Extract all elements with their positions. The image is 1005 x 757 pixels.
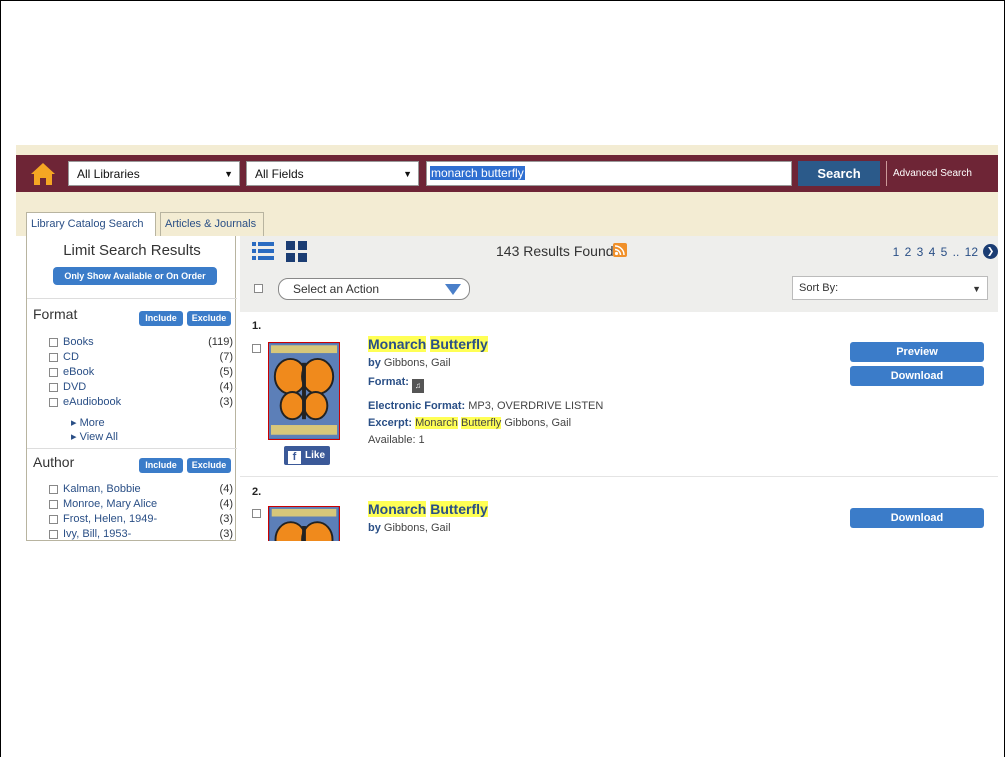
results-header: 143 Results Found 1 2 3 4 5 .. 12 ❯ Sele… [240, 236, 998, 312]
top-strip [16, 145, 998, 155]
checkbox[interactable] [49, 398, 58, 407]
only-available-button[interactable]: Only Show Available or On Order [53, 267, 217, 285]
download-button[interactable]: Download [850, 366, 984, 386]
field-select[interactable]: All Fields ▼ [246, 161, 419, 186]
search-bar: All Libraries ▼ All Fields ▼ monarch but… [16, 155, 998, 192]
home-icon[interactable] [30, 162, 56, 186]
book-cover-image[interactable] [268, 506, 340, 541]
select-all-checkbox[interactable] [254, 284, 263, 293]
record-availability: Available: 1 [368, 434, 425, 446]
search-button[interactable]: Search [798, 161, 880, 186]
record-author: by Gibbons, Gail [368, 522, 451, 534]
record-number: 2. [252, 486, 262, 498]
sort-select[interactable]: Sort By: ▼ [792, 276, 988, 300]
pagination[interactable]: 1 2 3 4 5 .. 12 [893, 245, 978, 259]
record-checkbox[interactable] [252, 509, 261, 518]
grid-view-icon[interactable] [286, 241, 308, 263]
field-select-value: All Fields [255, 167, 304, 181]
record-checkbox[interactable] [252, 344, 261, 353]
download-button[interactable]: Download [850, 508, 984, 528]
record-title-link[interactable]: Monarch Butterfly [368, 501, 488, 517]
checkbox[interactable] [49, 530, 58, 539]
record-title-link[interactable]: Monarch Butterfly [368, 336, 488, 352]
author-item-kalman[interactable]: Kalman, Bobbie (4) [49, 483, 233, 498]
format-exclude-button[interactable]: Exclude [187, 311, 231, 326]
format-more-link[interactable]: ▸ More [71, 416, 105, 429]
tab-band: Library Catalog Search Articles & Journa… [16, 192, 998, 237]
list-view-icon[interactable] [252, 241, 274, 261]
tab-articles-journals[interactable]: Articles & Journals [160, 212, 264, 236]
facebook-like-button[interactable]: f Like [284, 446, 330, 465]
author-item-ivy[interactable]: Ivy, Bill, 1953- (3) [49, 528, 233, 541]
search-input[interactable]: monarch butterfly [426, 161, 792, 186]
format-item-dvd[interactable]: DVD (4) [49, 381, 233, 396]
divider [27, 448, 237, 449]
format-heading: Format [33, 306, 78, 322]
results-count: 143 Results Found [496, 243, 614, 259]
checkbox[interactable] [49, 383, 58, 392]
search-query-text: monarch butterfly [430, 166, 525, 180]
format-item-eaudiobook[interactable]: eAudiobook (3) [49, 396, 233, 411]
author-item-monroe[interactable]: Monroe, Mary Alice (4) [49, 498, 233, 513]
preview-button[interactable]: Preview [850, 342, 984, 362]
library-select-value: All Libraries [77, 167, 140, 181]
dropdown-arrow-icon: ▼ [224, 169, 233, 179]
dropdown-arrow-icon: ▼ [972, 284, 981, 294]
record-excerpt: Excerpt: Monarch Butterfly Gibbons, Gail [368, 417, 572, 429]
checkbox[interactable] [49, 368, 58, 377]
results-panel: 143 Results Found 1 2 3 4 5 .. 12 ❯ Sele… [240, 236, 998, 541]
record-author: by Gibbons, Gail [368, 357, 451, 369]
format-view-all-link[interactable]: ▸ View All [71, 430, 118, 443]
record-separator [240, 476, 998, 477]
author-exclude-button[interactable]: Exclude [187, 458, 231, 473]
author-heading: Author [33, 454, 75, 470]
rss-icon[interactable] [613, 243, 627, 257]
tab-library-catalog[interactable]: Library Catalog Search [26, 212, 156, 237]
format-item-ebook[interactable]: eBook (5) [49, 366, 233, 381]
checkbox[interactable] [49, 500, 58, 509]
sort-select-value: Sort By: [799, 282, 839, 294]
record-electronic-format: Electronic Format: MP3, OVERDRIVE LISTEN [368, 400, 604, 412]
checkbox[interactable] [49, 485, 58, 494]
checkbox[interactable] [49, 338, 58, 347]
checkbox[interactable] [49, 353, 58, 362]
next-page-icon[interactable]: ❯ [983, 244, 998, 259]
record-format: Format: ♫ [368, 376, 424, 393]
record-number: 1. [252, 320, 262, 332]
action-select-value: Select an Action [293, 282, 380, 296]
advanced-search-link[interactable]: Advanced Search [886, 161, 972, 186]
library-select[interactable]: All Libraries ▼ [68, 161, 240, 186]
limit-sidebar: Limit Search Results Only Show Available… [26, 236, 237, 541]
format-item-cd[interactable]: CD (7) [49, 351, 233, 366]
author-facet-list: Kalman, Bobbie (4) Monroe, Mary Alice (4) … [49, 483, 233, 541]
author-item-frost[interactable]: Frost, Helen, 1949- (3) [49, 513, 233, 528]
limit-title: Limit Search Results [63, 242, 201, 259]
format-item-books[interactable]: Books (119) [49, 336, 233, 351]
format-facet-list: Books (119) CD (7) eBook (5) DVD (4) eAudiob… [49, 336, 233, 411]
format-include-button[interactable]: Include [139, 311, 183, 326]
dropdown-triangle-icon [445, 284, 461, 295]
dropdown-arrow-icon: ▼ [403, 169, 412, 179]
action-select[interactable]: Select an Action [278, 278, 470, 300]
book-cover-image[interactable] [268, 342, 340, 440]
author-include-button[interactable]: Include [139, 458, 183, 473]
catalog-app: All Libraries ▼ All Fields ▼ monarch but… [16, 145, 998, 541]
audio-format-icon: ♫ [411, 379, 424, 393]
checkbox[interactable] [49, 515, 58, 524]
facebook-icon: f [288, 451, 301, 464]
divider [27, 298, 237, 299]
